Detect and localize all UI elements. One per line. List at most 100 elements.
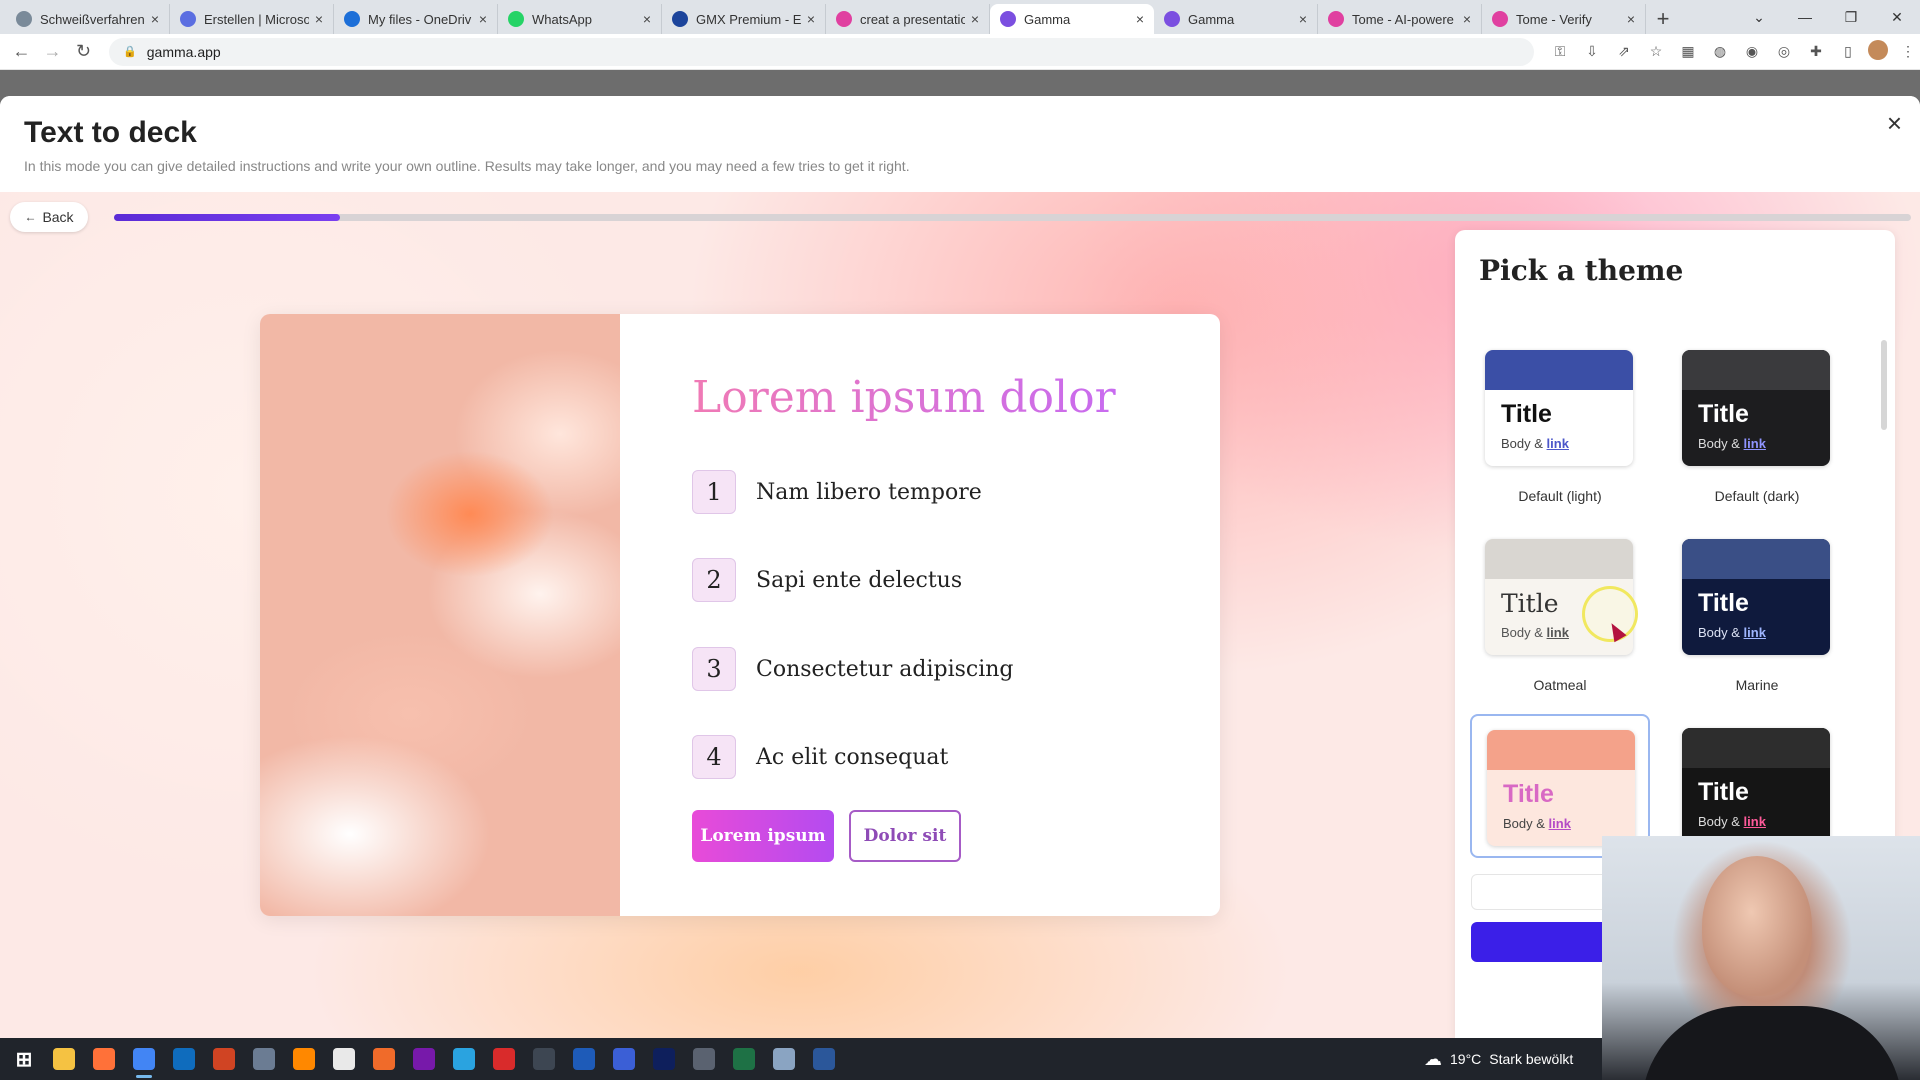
app-icon[interactable] — [764, 1038, 804, 1080]
theme-body-text: Body & link — [1503, 816, 1571, 831]
list-item: 3 Consectetur adipiscing — [692, 647, 1014, 691]
vlc-icon[interactable] — [284, 1038, 324, 1080]
reload-button[interactable]: ↻ — [68, 36, 99, 68]
app-icon[interactable] — [324, 1038, 364, 1080]
modal-header: Text to deck In this mode you can give d… — [0, 96, 1920, 192]
scrollbar[interactable] — [1881, 340, 1887, 430]
tab-close-icon[interactable]: × — [971, 11, 979, 27]
tab-close-icon[interactable]: × — [807, 11, 815, 27]
sidebar-icon[interactable]: ▯ — [1836, 40, 1860, 64]
key-icon[interactable]: ⚿ — [1548, 40, 1572, 64]
telegram-icon[interactable] — [444, 1038, 484, 1080]
item-text: Nam libero tempore — [756, 479, 982, 505]
browser-tabbar: Schweißverfahren × Erstellen | Microso × My … — [0, 0, 1920, 34]
minimize-button[interactable]: — — [1782, 0, 1828, 34]
browser-tab[interactable]: Tome - Verify × — [1482, 4, 1646, 34]
tab-close-icon[interactable]: × — [1463, 11, 1471, 27]
tab-label: Gamma — [1188, 11, 1235, 27]
app-icon[interactable] — [644, 1038, 684, 1080]
chrome-icon[interactable] — [124, 1038, 164, 1080]
tab-close-icon[interactable]: × — [315, 11, 323, 27]
panel-title: Pick a theme — [1479, 254, 1684, 287]
tab-close-icon[interactable]: × — [151, 11, 159, 27]
new-tab-button[interactable]: + — [1646, 4, 1680, 34]
tab-close-icon[interactable]: × — [479, 11, 487, 27]
browser-tab[interactable]: Erstellen | Microso × — [170, 4, 334, 34]
weather-widget[interactable]: ☁ 19°C Stark bewölkt — [1424, 1038, 1573, 1080]
tab-close-icon[interactable]: × — [1136, 11, 1144, 27]
browser-tab[interactable]: Tome - AI-powere × — [1318, 4, 1482, 34]
list-item: 1 Nam libero tempore — [692, 470, 982, 514]
more-menu-icon[interactable]: ⋮ — [1896, 40, 1920, 64]
slide-secondary-button: Dolor sit — [849, 810, 961, 862]
theme-option[interactable]: Title Body & link — [1667, 336, 1847, 480]
theme-body-text: Body & link — [1501, 625, 1569, 640]
theme-option[interactable]: Title Body & link — [1667, 525, 1847, 669]
excel-icon[interactable] — [724, 1038, 764, 1080]
tab-label: Tome - Verify — [1516, 11, 1592, 27]
browser-tab[interactable]: Schweißverfahren × — [6, 4, 170, 34]
app-icon[interactable] — [524, 1038, 564, 1080]
tab-favicon-icon — [1492, 11, 1508, 27]
window-controls: ⌄ — ❐ ✕ — [1736, 0, 1920, 34]
tab-search-icon[interactable]: ⌄ — [1736, 0, 1782, 34]
theme-image-band — [1682, 728, 1830, 768]
app-icon[interactable] — [244, 1038, 284, 1080]
item-text: Sapi ente delectus — [756, 567, 963, 593]
app-icon[interactable] — [604, 1038, 644, 1080]
share-icon[interactable]: ⇗ — [1612, 40, 1636, 64]
browser-tab[interactable]: Gamma × — [990, 4, 1154, 34]
item-number: 2 — [692, 558, 736, 602]
theme-body-label: Body & — [1698, 625, 1740, 640]
tab-favicon-icon — [344, 11, 360, 27]
tab-close-icon[interactable]: × — [1627, 11, 1635, 27]
close-window-button[interactable]: ✕ — [1874, 0, 1920, 34]
extension-icon[interactable]: ◎ — [1772, 40, 1796, 64]
progress-fill — [114, 214, 341, 221]
bookmark-star-icon[interactable]: ☆ — [1644, 40, 1668, 64]
theme-title-text: Title — [1501, 400, 1552, 428]
extension-icon[interactable]: ▦ — [1676, 40, 1700, 64]
acrobat-icon[interactable] — [484, 1038, 524, 1080]
theme-title-text: Title — [1698, 589, 1749, 617]
powerpoint-icon[interactable] — [204, 1038, 244, 1080]
browser-tab[interactable]: My files - OneDriv × — [334, 4, 498, 34]
app-icon[interactable] — [364, 1038, 404, 1080]
tab-label: Gamma — [1024, 11, 1071, 27]
browser-tab[interactable]: GMX Premium - E × — [662, 4, 826, 34]
app-icon[interactable] — [564, 1038, 604, 1080]
browser-tab[interactable]: WhatsApp × — [498, 4, 662, 34]
tab-label: WhatsApp — [532, 11, 592, 27]
windows-start-icon[interactable]: ⊞ — [4, 1038, 44, 1080]
tab-close-icon[interactable]: × — [643, 11, 651, 27]
onenote-icon[interactable] — [404, 1038, 444, 1080]
forward-nav-button[interactable]: → — [37, 36, 68, 68]
item-number: 3 — [692, 647, 736, 691]
install-icon[interactable]: ⇩ — [1580, 40, 1604, 64]
tab-close-icon[interactable]: × — [1299, 11, 1307, 27]
back-nav-button[interactable]: ← — [6, 36, 37, 68]
maximize-button[interactable]: ❐ — [1828, 0, 1874, 34]
word-icon[interactable] — [804, 1038, 844, 1080]
tab-favicon-icon — [1000, 11, 1016, 27]
close-icon[interactable]: × — [1887, 108, 1902, 139]
file-explorer-icon[interactable] — [44, 1038, 84, 1080]
profile-avatar[interactable] — [1868, 39, 1889, 60]
item-text: Consectetur adipiscing — [756, 656, 1014, 682]
outlook-icon[interactable] — [164, 1038, 204, 1080]
app-icon[interactable] — [684, 1038, 724, 1080]
lock-icon: 🔒 — [123, 46, 137, 58]
theme-option[interactable]: Title Body & link — [1470, 336, 1650, 480]
address-bar[interactable]: 🔒 gamma.app — [109, 37, 1535, 66]
browser-toolbar: ← → ↻ 🔒 gamma.app ⚿ ⇩ ⇗ ☆ ▦ ◍ ◉ ◎ ✚ ▯ ⋮ — [0, 34, 1920, 70]
theme-name: Default (dark) — [1714, 488, 1800, 504]
extension-icon[interactable]: ◉ — [1740, 40, 1764, 64]
tab-favicon-icon — [508, 11, 524, 27]
puzzle-icon[interactable]: ✚ — [1804, 40, 1828, 64]
tab-label: My files - OneDriv — [368, 11, 472, 27]
firefox-icon[interactable] — [84, 1038, 124, 1080]
back-button[interactable]: ← Back — [10, 202, 88, 232]
browser-tab[interactable]: Gamma × — [1154, 4, 1318, 34]
extension-icon[interactable]: ◍ — [1708, 40, 1732, 64]
browser-tab[interactable]: creat a presentatio × — [826, 4, 990, 34]
